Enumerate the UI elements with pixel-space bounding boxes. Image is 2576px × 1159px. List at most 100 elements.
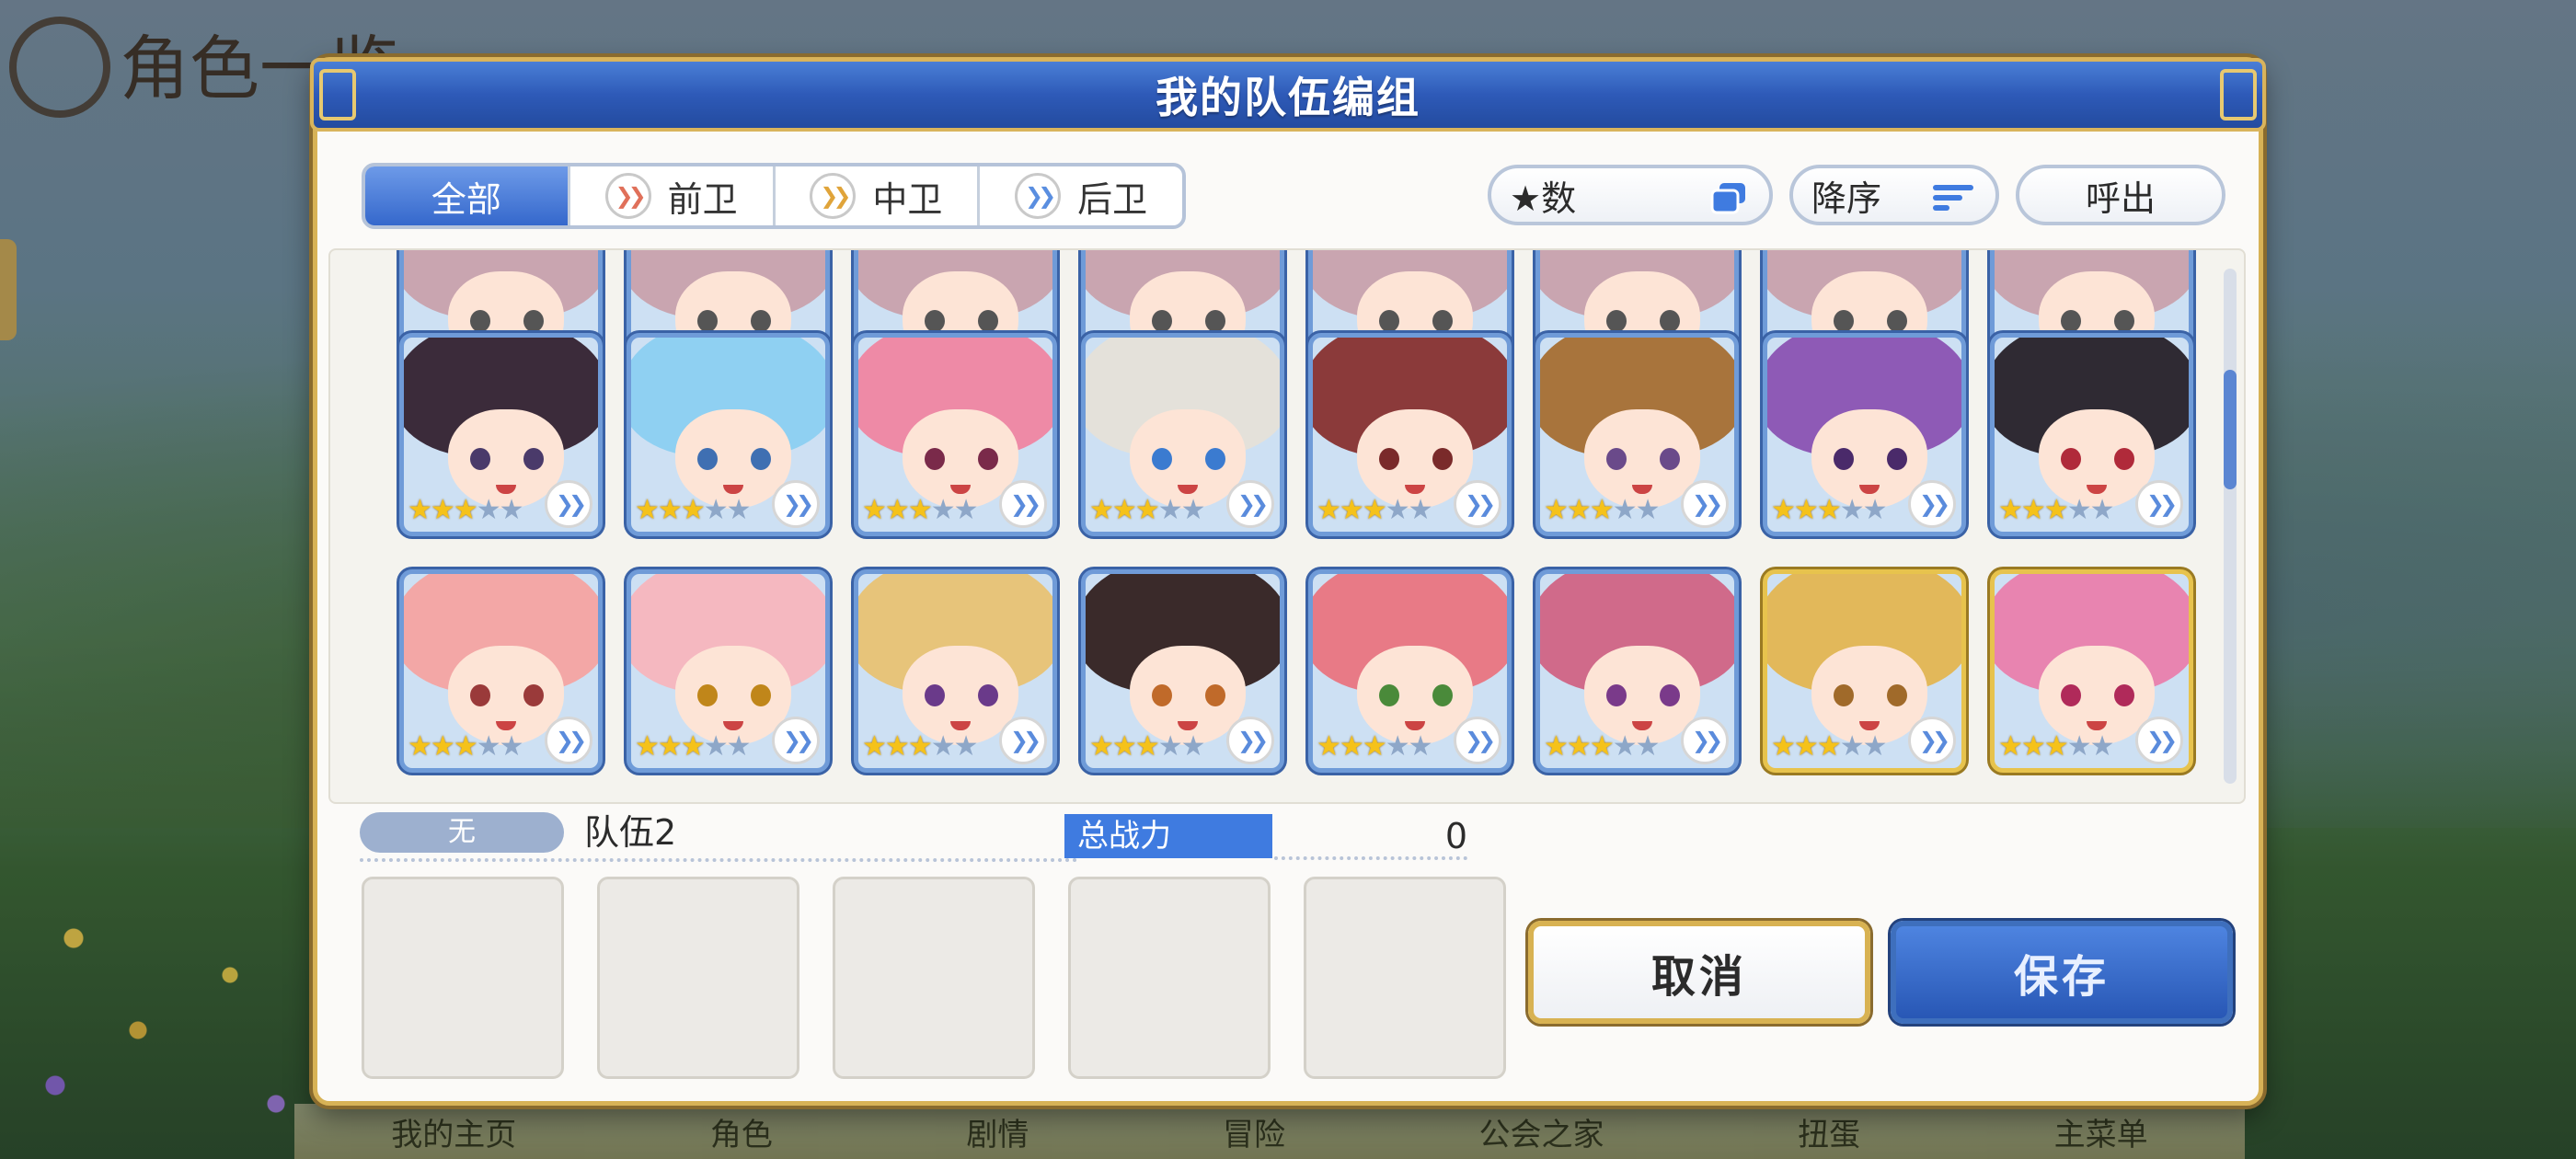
sort-descending-icon (1931, 179, 1975, 224)
star-icon: ★ (1089, 494, 1114, 526)
portrait-eye (1152, 448, 1172, 470)
rarity-stars: ★★★★★ (1998, 730, 2115, 763)
star-icon: ★ (1771, 730, 1796, 763)
roster-scrollbar[interactable] (2224, 269, 2237, 784)
star-icon: ★ (476, 494, 501, 526)
character-card[interactable]: ★★★★★❯❯ (399, 333, 603, 536)
ornament-left-icon (319, 69, 356, 120)
portrait-eye (1887, 448, 1907, 470)
character-card[interactable]: ★★★★★❯❯ (1081, 333, 1284, 536)
portrait-eye (1660, 684, 1680, 706)
save-button[interactable]: 保存 (1891, 921, 2233, 1024)
portrait-eye (1660, 310, 1680, 332)
star-icon: ★ (1793, 494, 1819, 526)
star-icon: ★ (1839, 730, 1865, 763)
rank-chevron-icon: ❯❯ (2135, 480, 2183, 528)
character-card[interactable]: ★★★★★❯❯ (1308, 333, 1512, 536)
portrait-eye (1379, 448, 1399, 470)
team-slot[interactable] (1068, 877, 1271, 1079)
rank-chevron-icon: ❯❯ (1681, 480, 1729, 528)
star-icon: ★ (953, 494, 979, 526)
team-slot[interactable] (833, 877, 1035, 1079)
star-icon: ★ (907, 730, 933, 763)
star-icon: ★ (476, 730, 501, 763)
rank-chevron-icon: ❯❯ (999, 717, 1047, 764)
filter-tab-label: 全部 (431, 178, 501, 220)
scroll-thumb[interactable] (2224, 370, 2237, 489)
rarity-stars: ★★★★★ (635, 494, 752, 526)
portrait-eye (2061, 684, 2081, 706)
filter-tab[interactable]: ❯❯ 后卫 (980, 166, 1182, 225)
portrait-eye (1205, 448, 1225, 470)
team-edit-dialog: 我的队伍编组 全部 ❯❯ 前卫 ❯❯ 中卫 ❯❯ 后卫 ★数 降序 呼出 ★ ★ ★ ★ ★ ❯❯ ★ ★… (310, 57, 2266, 1106)
star-icon: ★ (884, 730, 910, 763)
character-card[interactable]: ★★★★★❯❯ (854, 569, 1057, 773)
call-button[interactable]: 呼出 (2016, 165, 2225, 225)
character-card[interactable]: ★★★★★❯❯ (1535, 333, 1739, 536)
star-icon: ★ (1612, 494, 1638, 526)
rarity-stars: ★★★★★ (408, 730, 524, 763)
star-icon: ★ (1157, 730, 1183, 763)
ornament-right-icon (2220, 69, 2257, 120)
filter-tab[interactable]: 全部 (365, 166, 570, 225)
star-icon: ★ (930, 730, 956, 763)
star-icon: ★ (499, 730, 524, 763)
character-card[interactable]: ★★★★★❯❯ (627, 569, 830, 773)
star-icon: ★ (1612, 730, 1638, 763)
character-card[interactable]: ★★★★★❯❯ (1763, 569, 1966, 773)
star-icon: ★ (680, 730, 706, 763)
rarity-stars: ★★★★★ (635, 730, 752, 763)
star-icon: ★ (499, 494, 524, 526)
portrait-eye (1432, 310, 1453, 332)
character-card[interactable]: ★★★★★❯❯ (1535, 569, 1739, 773)
sort-order-button[interactable]: 降序 (1789, 165, 1999, 225)
portrait-eye (470, 684, 490, 706)
portrait-eye (470, 448, 490, 470)
rank-chevron-icon: ❯❯ (1908, 480, 1956, 528)
total-power-value: 0 (1444, 816, 1467, 856)
star-icon: ★ (703, 730, 729, 763)
star-icon: ★ (726, 494, 752, 526)
character-card[interactable]: ★★★★★❯❯ (1308, 569, 1512, 773)
filter-tab[interactable]: ❯❯ 前卫 (570, 166, 776, 225)
team-slot[interactable] (1304, 877, 1506, 1079)
star-icon: ★ (430, 494, 455, 526)
dialog-title: 我的队伍编组 (1156, 73, 1420, 122)
portrait-eye (470, 310, 490, 332)
portrait-eye (1834, 684, 1854, 706)
cancel-button[interactable]: 取消 (1528, 921, 1870, 1024)
portrait-eye (1887, 684, 1907, 706)
star-icon: ★ (1816, 730, 1842, 763)
total-power-label: 总战力 (1064, 814, 1272, 858)
star-icon: ★ (657, 494, 683, 526)
character-card[interactable]: ★★★★★❯❯ (1081, 569, 1284, 773)
rank-chevron-icon: ❯❯ (545, 717, 592, 764)
character-card[interactable]: ★★★★★❯❯ (627, 333, 830, 536)
star-icon: ★ (635, 494, 660, 526)
character-card[interactable]: ★★★★★❯❯ (1763, 333, 1966, 536)
portrait-eye (925, 448, 945, 470)
filter-tab[interactable]: ❯❯ 中卫 (776, 166, 981, 225)
rank-chevron-icon: ❯❯ (1908, 717, 1956, 764)
filter-tab-label: 中卫 (872, 178, 943, 220)
portrait-eye (978, 310, 998, 332)
character-card[interactable]: ★★★★★❯❯ (1990, 569, 2193, 773)
sort-key-label: ★数 (1510, 178, 1577, 219)
rank-chevron-icon: ❯❯ (999, 480, 1047, 528)
character-card[interactable]: ★★★★★❯❯ (854, 333, 1057, 536)
character-card[interactable]: ★★★★★ ❯❯ (399, 569, 603, 773)
rarity-stars: ★★★★★ (1317, 730, 1433, 763)
team-slot[interactable] (597, 877, 799, 1079)
team-slot[interactable] (362, 877, 564, 1079)
star-icon: ★ (1317, 730, 1341, 763)
star-icon: ★ (862, 494, 887, 526)
star-icon: ★ (1544, 730, 1569, 763)
sort-key-button[interactable]: ★数 (1488, 165, 1773, 225)
window-stack-icon (1708, 179, 1749, 224)
character-card[interactable]: ★★★★★❯❯ (1990, 333, 2193, 536)
star-icon: ★ (1180, 494, 1206, 526)
star-icon: ★ (1839, 494, 1865, 526)
portrait-eye (1887, 310, 1907, 332)
star-icon: ★ (408, 494, 432, 526)
star-icon: ★ (1317, 494, 1341, 526)
